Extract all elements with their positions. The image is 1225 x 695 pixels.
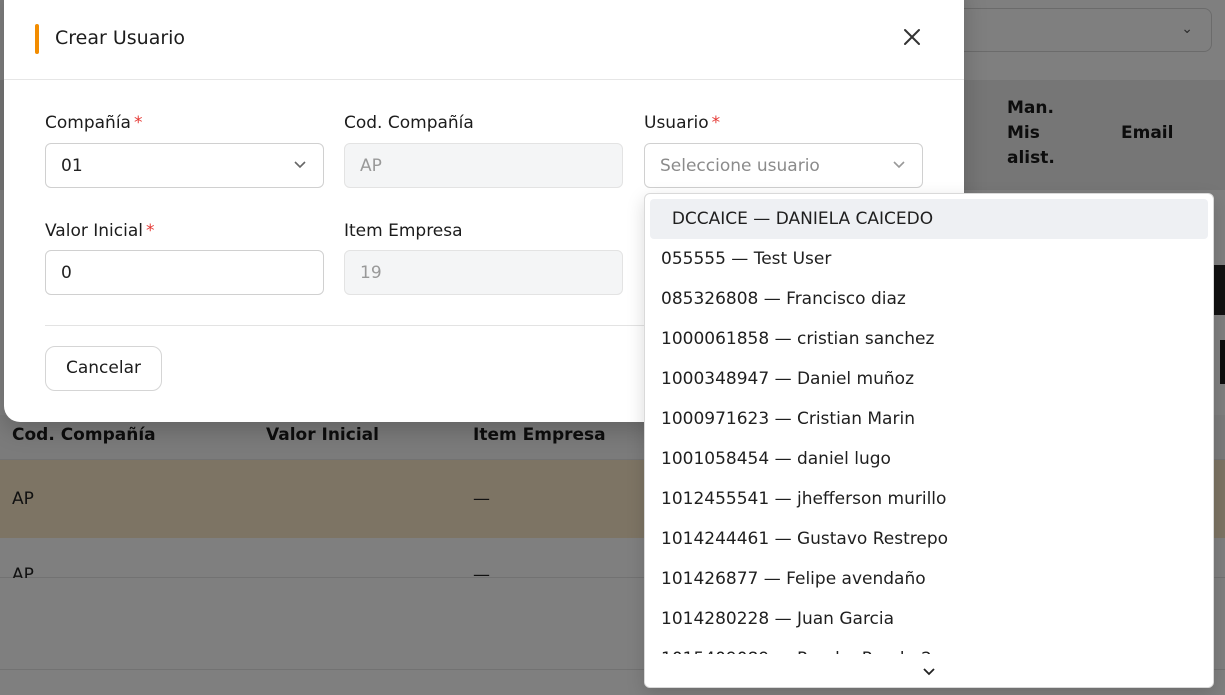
usuario-option[interactable]: 1000971623 — Cristian Marin — [650, 399, 1208, 439]
usuario-label-text: Usuario — [644, 113, 709, 133]
cod-compania-value: AP — [360, 156, 382, 176]
required-asterisk: * — [133, 113, 143, 133]
usuario-options-list[interactable]: DCCAICE — DANIELA CAICEDO 055555 — Test … — [645, 199, 1213, 654]
valor-inicial-input[interactable]: 0 — [45, 250, 324, 295]
usuario-option[interactable]: 1000348947 — Daniel muñoz — [650, 359, 1208, 399]
usuario-option[interactable]: 1001058454 — daniel lugo — [650, 439, 1208, 479]
close-icon[interactable] — [897, 24, 927, 54]
compania-label-text: Compañía — [45, 113, 131, 133]
usuario-option[interactable]: 085326808 — Francisco diaz — [650, 279, 1208, 319]
usuario-label: Usuario * — [644, 113, 720, 133]
required-asterisk: * — [711, 113, 721, 133]
compania-value: 01 — [61, 156, 83, 176]
usuario-placeholder: Seleccione usuario — [660, 156, 820, 176]
required-asterisk: * — [145, 221, 155, 241]
compania-select[interactable]: 01 — [45, 143, 324, 188]
chevron-down-icon — [293, 156, 307, 176]
item-empresa-value: 19 — [360, 263, 382, 283]
cod-compania-field: AP — [344, 143, 623, 188]
item-empresa-field: 19 — [344, 250, 623, 295]
modal-header: Crear Usuario — [4, 0, 964, 80]
usuario-option[interactable]: 1000061858 — cristian sanchez — [650, 319, 1208, 359]
usuario-dropdown[interactable]: DCCAICE — DANIELA CAICEDO 055555 — Test … — [644, 193, 1214, 688]
modal-title: Crear Usuario — [55, 27, 186, 49]
usuario-option[interactable]: DCCAICE — DANIELA CAICEDO — [650, 199, 1208, 239]
usuario-option[interactable]: 1014244461 — Gustavo Restrepo — [650, 519, 1208, 559]
valor-inicial-label: Valor Inicial * — [45, 221, 154, 241]
usuario-option[interactable]: 1015409089 — Prueba Prueba2 — [650, 639, 1208, 654]
valor-inicial-label-text: Valor Inicial — [45, 221, 143, 241]
scroll-down-button[interactable] — [645, 654, 1213, 687]
chevron-down-icon — [923, 668, 935, 676]
cancel-button[interactable]: Cancelar — [45, 346, 162, 391]
valor-inicial-value: 0 — [61, 263, 72, 283]
title-accent-bar — [35, 24, 39, 54]
usuario-option[interactable]: 1014280228 — Juan Garcia — [650, 599, 1208, 639]
usuario-option[interactable]: 055555 — Test User — [650, 239, 1208, 279]
compania-label: Compañía * — [45, 113, 142, 133]
usuario-option[interactable]: 101426877 — Felipe avendaño — [650, 559, 1208, 599]
item-empresa-label: Item Empresa — [344, 221, 463, 241]
chevron-down-icon — [892, 156, 906, 176]
usuario-select[interactable]: Seleccione usuario — [644, 143, 923, 188]
usuario-option[interactable]: 1012455541 — jhefferson murillo — [650, 479, 1208, 519]
cod-compania-label: Cod. Compañía — [344, 113, 474, 133]
